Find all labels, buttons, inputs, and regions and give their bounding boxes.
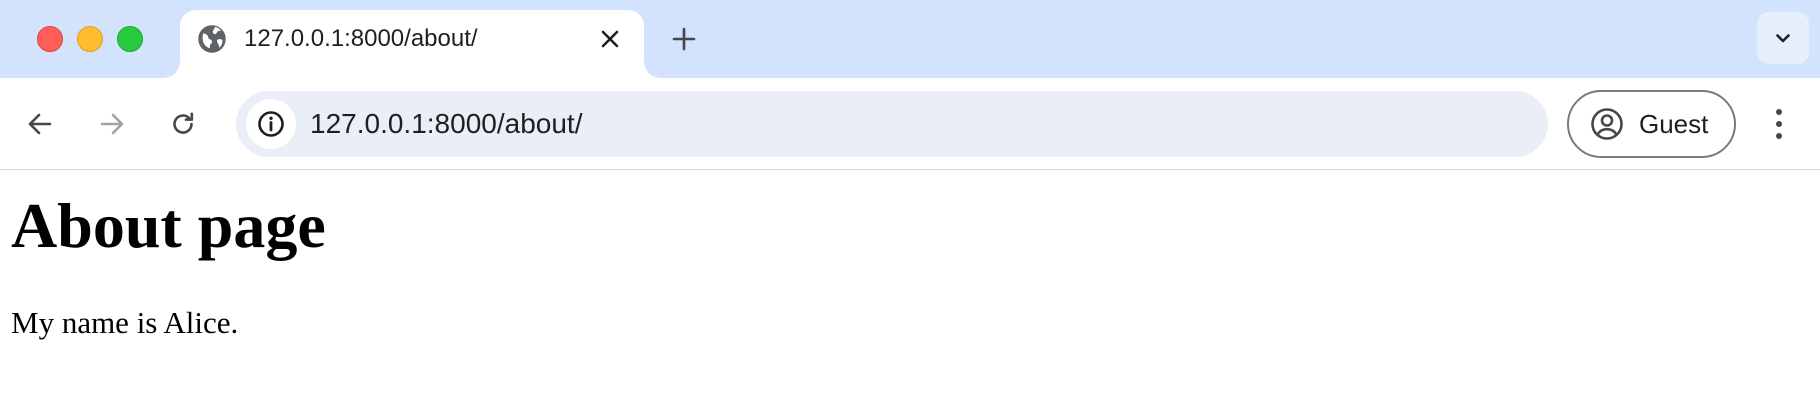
address-bar[interactable]: 127.0.0.1:8000/about/ bbox=[236, 91, 1548, 157]
account-circle-icon bbox=[1590, 107, 1624, 141]
new-tab-button[interactable] bbox=[665, 20, 703, 58]
url-text[interactable]: 127.0.0.1:8000/about/ bbox=[310, 105, 582, 143]
back-button[interactable] bbox=[18, 102, 62, 146]
page-heading: About page bbox=[11, 190, 326, 261]
tab-strip: 127.0.0.1:8000/about/ bbox=[0, 0, 1820, 78]
window-maximize-button[interactable] bbox=[117, 26, 143, 52]
window-close-button[interactable] bbox=[37, 26, 63, 52]
forward-button[interactable] bbox=[90, 102, 134, 146]
site-info-button[interactable] bbox=[246, 99, 296, 149]
arrow-right-icon bbox=[100, 113, 124, 135]
reload-button[interactable] bbox=[161, 102, 205, 146]
page-paragraph: My name is Alice. bbox=[11, 305, 239, 340]
profile-label: Guest bbox=[1639, 109, 1709, 139]
plus-icon bbox=[672, 27, 696, 51]
close-icon[interactable] bbox=[595, 24, 625, 54]
chevron-down-icon bbox=[1776, 34, 1790, 43]
reload-icon bbox=[173, 112, 194, 134]
globe-icon bbox=[197, 24, 227, 54]
info-icon bbox=[258, 111, 284, 137]
browser-toolbar: 127.0.0.1:8000/about/ Guest bbox=[0, 78, 1820, 170]
kebab-menu-icon bbox=[1776, 109, 1782, 139]
kebab-menu-button[interactable] bbox=[1759, 100, 1799, 148]
tab-search-button[interactable] bbox=[1757, 12, 1809, 64]
tab-active[interactable]: 127.0.0.1:8000/about/ bbox=[164, 10, 660, 78]
page-content: About page My name is Alice. bbox=[0, 171, 1820, 412]
arrow-left-icon bbox=[28, 113, 52, 135]
profile-button[interactable]: Guest bbox=[1567, 90, 1736, 158]
tab-title: 127.0.0.1:8000/about/ bbox=[244, 25, 478, 52]
window-minimize-button[interactable] bbox=[77, 26, 103, 52]
